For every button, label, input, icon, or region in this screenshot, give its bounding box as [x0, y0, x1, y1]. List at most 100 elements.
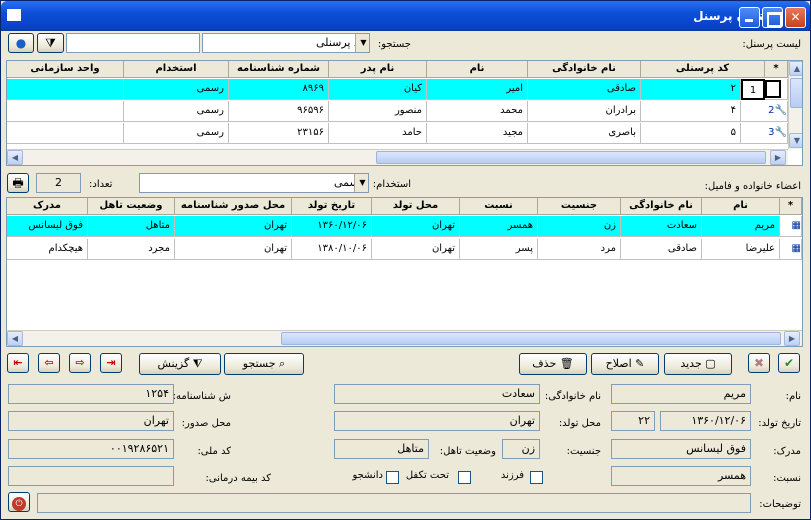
family-field[interactable]: سعادت [334, 384, 540, 404]
cell: پسر [460, 239, 538, 260]
marital-field[interactable]: متاهل [334, 439, 429, 459]
edit-label: اصلاح [605, 357, 632, 370]
col-header[interactable]: جنسیت [538, 198, 621, 215]
printer-icon: 🖶 [12, 176, 24, 190]
table-row[interactable]: 1 ۲ صادقی امیر کیان ۸۹۶۹ رسمی [7, 79, 788, 100]
col-header[interactable]: نام پدر [329, 61, 427, 78]
col-header[interactable]: محل تولد [372, 198, 460, 215]
cell: مجید [427, 123, 528, 144]
dependent-checkbox[interactable] [458, 471, 471, 484]
table-row[interactable]: ▦ علیرضا صادقی مرد پسر تهران ۱۳۸۰/۱۰/۰۶ … [7, 239, 802, 261]
col-header[interactable]: * [765, 61, 788, 78]
col-header[interactable]: * [780, 198, 802, 215]
scroll-left-icon[interactable]: ◀ [7, 150, 23, 165]
cell: مجرد [88, 239, 175, 260]
count-label: تعداد: [89, 179, 113, 190]
maximize-button[interactable] [762, 7, 783, 28]
scroll-thumb[interactable] [376, 151, 766, 164]
cancel-button[interactable]: ✖ [748, 353, 770, 373]
issue-label: محل صدور: [181, 418, 231, 429]
col-header[interactable]: نسبت [460, 198, 538, 215]
cell: رسمی [124, 79, 229, 100]
search-button[interactable]: ⌕ جستجو [224, 353, 304, 375]
col-header[interactable]: نام [427, 61, 528, 78]
cell: تهران [372, 216, 460, 237]
cell: ۸۹۶۹ [229, 79, 329, 100]
employment-label: استخدام: [372, 179, 411, 190]
table-row[interactable]: 🔧2 ۴ برادران محمد منصور ۹۶۵۹۶ رسمی [7, 101, 788, 122]
cell: تهران [175, 239, 292, 260]
child-checkbox[interactable] [530, 471, 543, 484]
col-header[interactable]: وضعیت تاهل [88, 198, 175, 215]
confirm-button[interactable]: ✔ [778, 353, 800, 373]
print-button[interactable]: 🖶 [7, 173, 29, 193]
national-code-label: کد ملی: [197, 446, 231, 457]
title-bar: بستگان پرسنل ✕ [1, 1, 810, 31]
family-grid: * نام نام خانوادگی جنسیت نسبت محل تولد ت… [6, 197, 803, 347]
cell: محمد [427, 101, 528, 122]
chevron-down-icon[interactable]: ▼ [354, 174, 368, 192]
first-record-button[interactable]: ⇤ [7, 353, 29, 373]
table-row[interactable]: 🔧3 ۵ باصری مجید حامد ۲۳۱۵۶ رسمی [7, 123, 788, 144]
notes-field[interactable] [37, 493, 751, 513]
col-header[interactable]: تاریخ تولد [292, 198, 372, 215]
employment-select[interactable]: رسمی ▼ [139, 173, 369, 193]
scroll-thumb[interactable] [281, 332, 781, 345]
personnel-list-label: لیست پرسنل: [742, 39, 801, 50]
col-header[interactable]: محل صدور شناسنامه [175, 198, 292, 215]
search-field-select[interactable]: کد پرسنلی ▼ [202, 33, 370, 53]
table-row[interactable]: ▦ مریم سعادت زن همسر تهران ۱۳۶۰/۱۲/۰۶ ته… [7, 216, 802, 238]
scroll-left-icon[interactable]: ◀ [7, 331, 23, 346]
issue-field[interactable]: تهران [8, 411, 174, 431]
scroll-right-icon[interactable]: ▶ [784, 331, 800, 346]
filter-button[interactable]: ⧩ [37, 33, 64, 53]
student-label: دانشجو [352, 470, 383, 481]
student-checkbox[interactable] [386, 471, 399, 484]
minimize-button[interactable] [739, 7, 760, 28]
scroll-right-icon[interactable]: ▶ [770, 150, 786, 165]
col-header[interactable]: واحد سازمانی [7, 61, 124, 78]
power-button[interactable]: ⏻ [8, 492, 30, 512]
cell [7, 101, 124, 122]
new-button[interactable]: ▢ جدید [664, 353, 732, 375]
degree-field[interactable]: فوق لیسانس [611, 439, 751, 459]
horizontal-scrollbar[interactable]: ◀ ▶ [7, 149, 788, 165]
cell: متاهل [88, 216, 175, 237]
prev-record-button[interactable]: ⇦ [38, 353, 60, 373]
check-icon: ✔ [783, 356, 795, 370]
chevron-down-icon[interactable]: ▼ [355, 34, 369, 52]
cell: حامد [329, 123, 427, 144]
col-header[interactable]: کد پرسنلی [641, 61, 765, 78]
relation-field[interactable]: همسر [611, 466, 751, 486]
name-field[interactable]: مریم [611, 384, 751, 404]
last-record-button[interactable]: ⇥ [100, 353, 122, 373]
horizontal-scrollbar[interactable]: ◀ ▶ [7, 330, 802, 346]
idno-field[interactable]: ۱۲۵۴ [8, 384, 174, 404]
cell: علیرضا [702, 239, 780, 260]
col-header[interactable]: نام خانوادگی [528, 61, 641, 78]
delete-button[interactable]: 🗑 حذف [519, 353, 587, 375]
scroll-up-icon[interactable]: ▲ [789, 61, 802, 76]
col-header[interactable]: نام [702, 198, 780, 215]
national-code-field[interactable]: ۰۰۱۹۲۸۶۵۲۱ [8, 439, 174, 459]
col-header[interactable]: شماره شناسنامه [229, 61, 329, 78]
birthdate-field[interactable]: ۱۳۶۰/۱۲/۰۶ [660, 411, 751, 431]
insurance-field[interactable] [8, 466, 174, 486]
close-button[interactable]: ✕ [785, 7, 806, 28]
cell: ۴ [641, 101, 741, 122]
scroll-down-icon[interactable]: ▼ [789, 133, 802, 148]
birthplace-field[interactable]: تهران [334, 411, 540, 431]
col-header[interactable]: مدرک [7, 198, 88, 215]
edit-button[interactable]: ✎ اصلاح [591, 353, 659, 375]
scroll-thumb[interactable] [790, 78, 802, 108]
globe-button[interactable]: ● [8, 33, 34, 53]
filter-icon: ⧩ [45, 36, 56, 50]
search-input[interactable] [66, 33, 200, 53]
age-field[interactable]: ۲۲ [611, 411, 655, 431]
vertical-scrollbar[interactable]: ▲ ▼ [788, 61, 802, 149]
col-header[interactable]: نام خانوادگی [621, 198, 702, 215]
next-record-button[interactable]: ⇨ [69, 353, 91, 373]
col-header[interactable]: استخدام [124, 61, 229, 78]
filter-select-button[interactable]: ⧩ گزینش [139, 353, 221, 375]
gender-field[interactable]: زن [502, 439, 540, 459]
